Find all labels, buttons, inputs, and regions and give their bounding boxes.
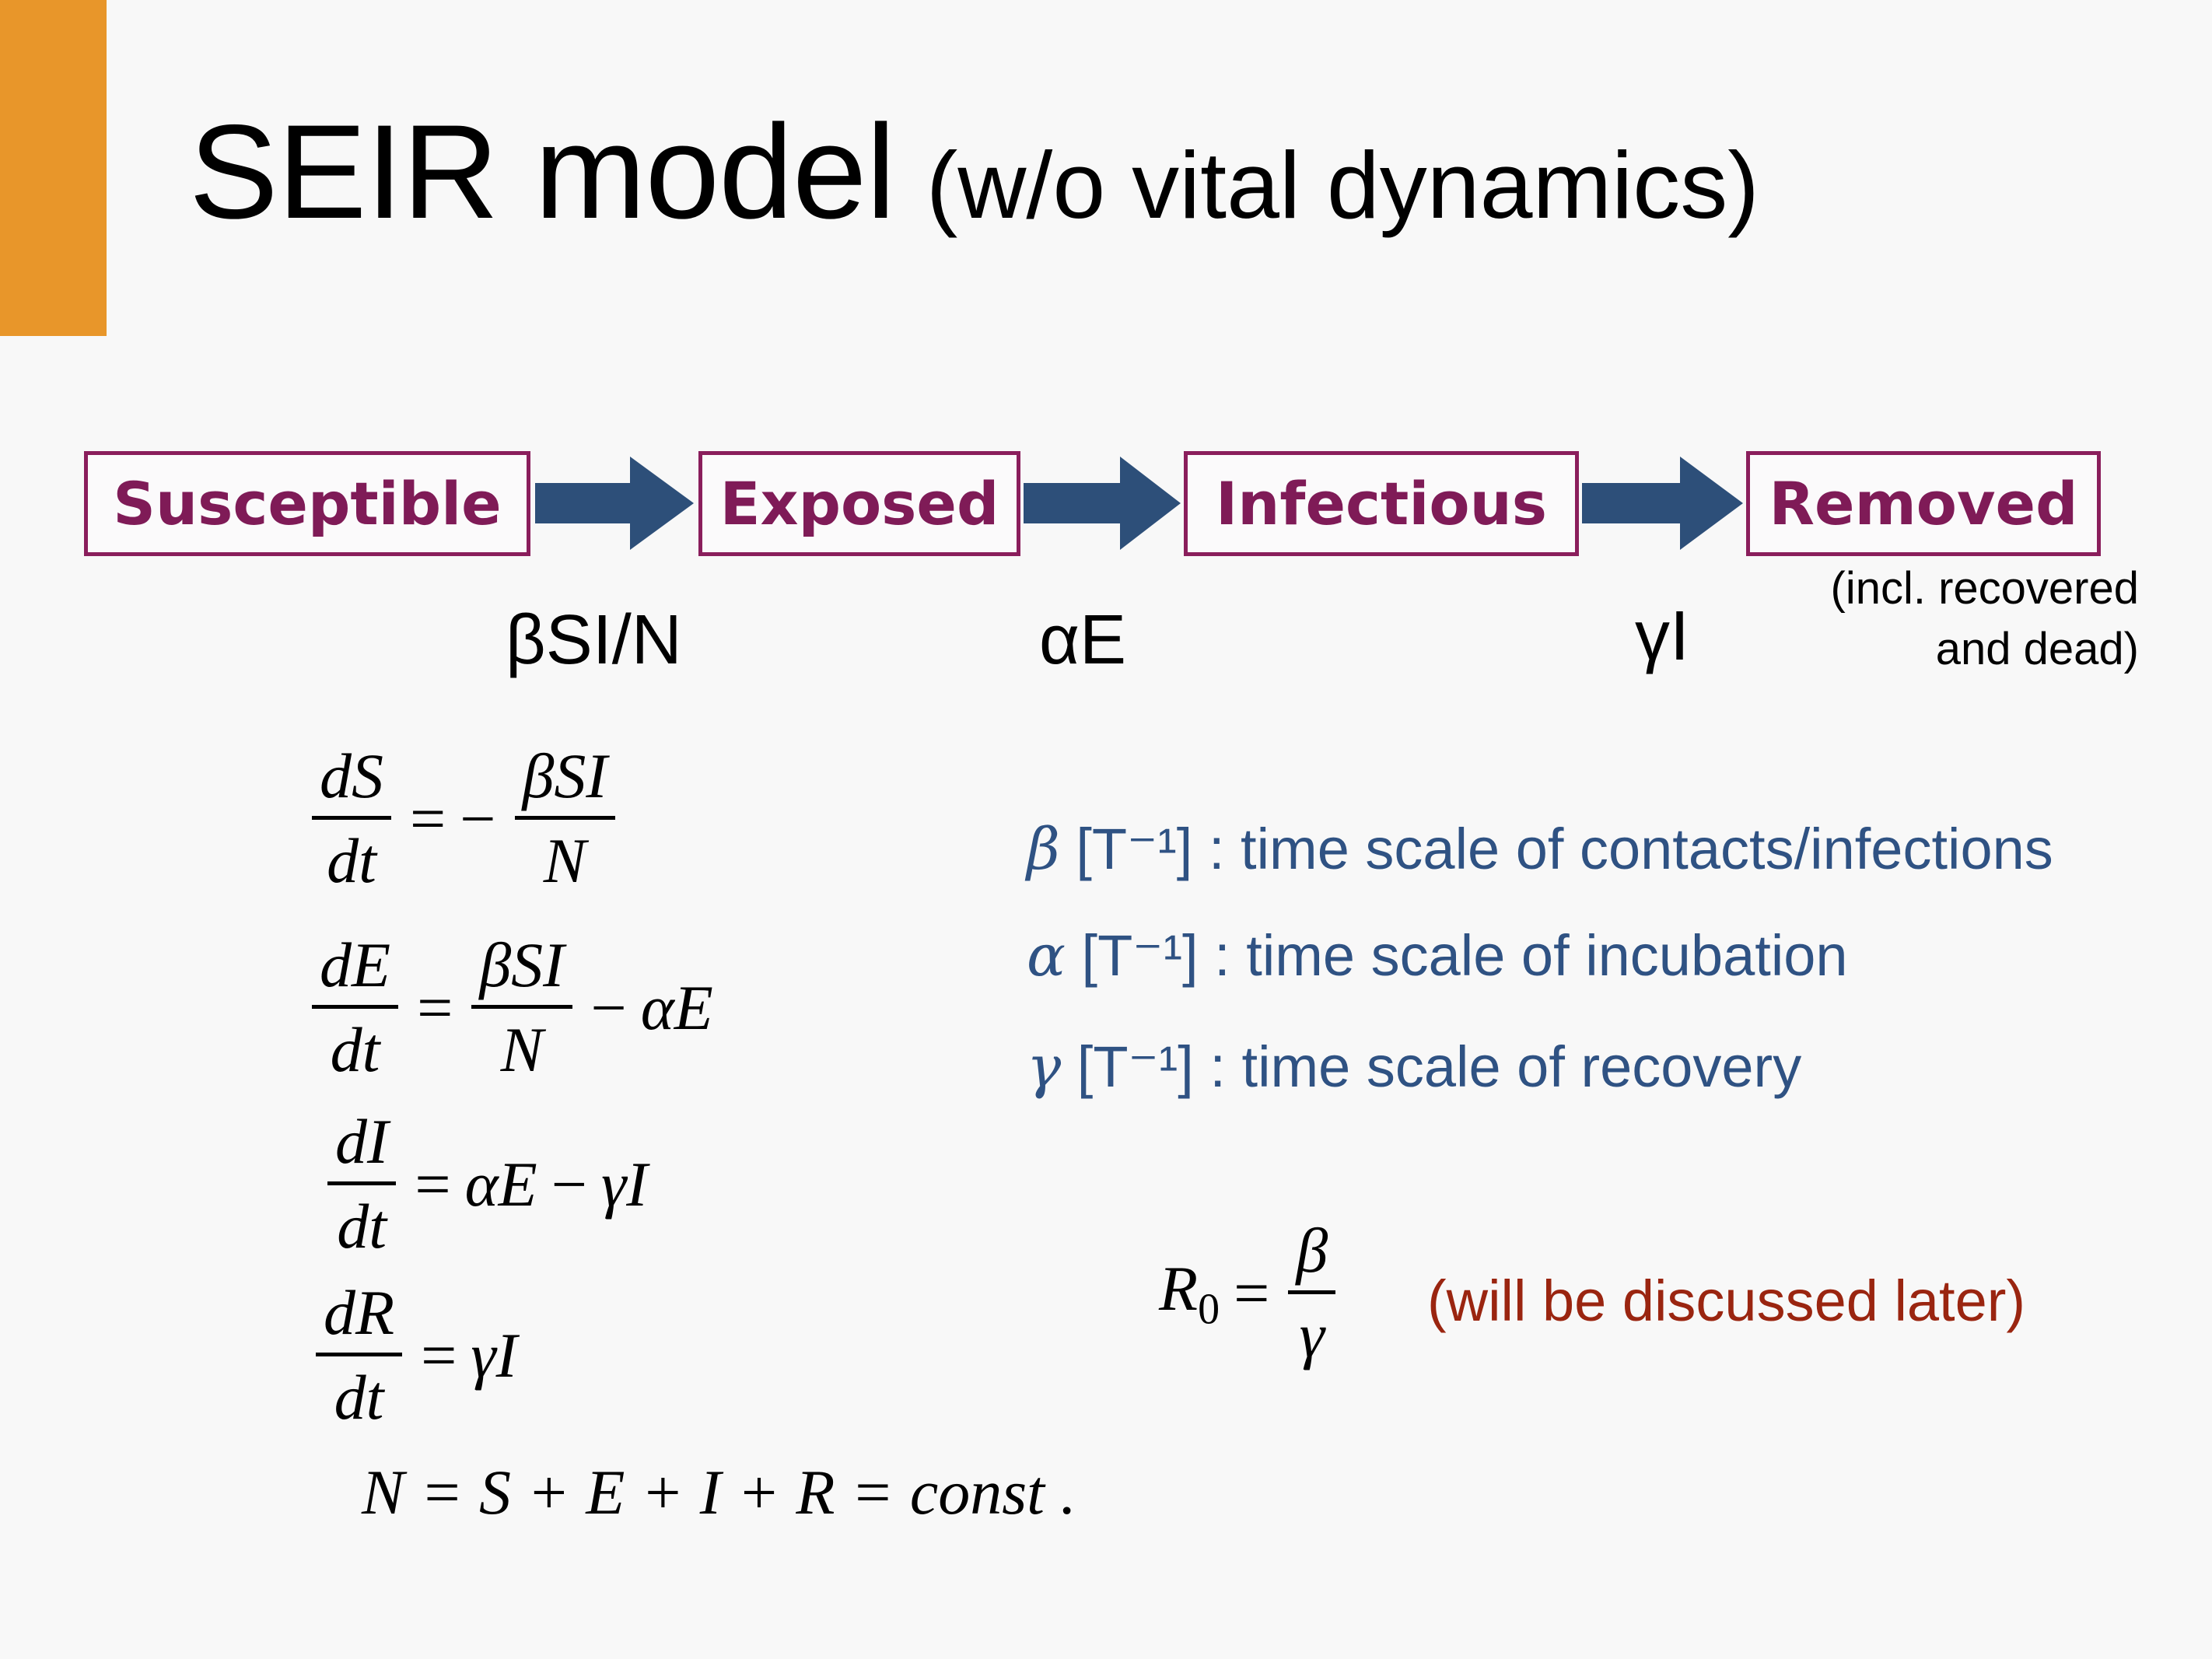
frac-dr-dt: dR dt bbox=[316, 1279, 403, 1433]
equation-n-const: N = S + E + I + R = const . bbox=[362, 1457, 1076, 1528]
removed-note-line-1: (incl. recovered bbox=[1830, 563, 2139, 614]
equation-di: dI dt = αE − γI bbox=[323, 1108, 648, 1260]
legend-gamma-desc: : time scale of recovery bbox=[1209, 1034, 1802, 1099]
equation-r0: R0 = β γ bbox=[1159, 1216, 1340, 1371]
beta-si-numerator: βSI bbox=[471, 931, 572, 1010]
rate-gamma-i: γI bbox=[1635, 597, 1690, 675]
legend-gamma-symbol: γ bbox=[1027, 1034, 1062, 1101]
eq-sign: = bbox=[417, 971, 453, 1043]
de-numerator: dE bbox=[312, 931, 399, 1010]
alpha-e-term: αE bbox=[464, 1148, 537, 1220]
n-denominator: N bbox=[543, 825, 586, 897]
eq-sign: = bbox=[1234, 1257, 1270, 1328]
frac-beta-si-n: βSI N bbox=[514, 742, 615, 897]
legend-gamma-unit: [T⁻¹] bbox=[1076, 1034, 1194, 1099]
frac-di-dt: dI dt bbox=[327, 1108, 397, 1262]
gamma-i-term: γI bbox=[600, 1148, 648, 1220]
discussed-later-note: (will be discussed later) bbox=[1427, 1269, 2026, 1333]
r0-symbol: R0 bbox=[1159, 1252, 1220, 1334]
minus-sign: − bbox=[590, 971, 627, 1043]
minus-sign: − bbox=[460, 782, 496, 854]
gamma-denominator: γ bbox=[1299, 1300, 1325, 1371]
frac-beta-gamma: β γ bbox=[1288, 1216, 1336, 1371]
frac-de-dt: dE dt bbox=[312, 931, 399, 1086]
eq-sign: = bbox=[421, 1319, 457, 1391]
di-denominator: dt bbox=[337, 1191, 387, 1262]
box-exposed: Exposed bbox=[698, 451, 1020, 556]
eq-sign: = bbox=[410, 782, 446, 854]
arrow-i-to-r-icon bbox=[1582, 457, 1743, 550]
legend-alpha-unit: [T⁻¹] bbox=[1081, 923, 1199, 988]
legend-beta-unit: [T⁻¹] bbox=[1076, 817, 1193, 881]
box-removed-label: Removed bbox=[1769, 469, 2078, 538]
beta-si-numerator: βSI bbox=[514, 742, 615, 821]
rate-alpha-e: αE bbox=[1039, 601, 1127, 679]
title-subtitle: (w/o vital dynamics) bbox=[926, 132, 1759, 238]
minus-sign: − bbox=[551, 1148, 587, 1220]
rate-beta-si-n: βSI/N bbox=[506, 601, 682, 679]
legend-alpha-symbol: α bbox=[1027, 922, 1066, 989]
dr-denominator: dt bbox=[334, 1362, 384, 1433]
equation-ds: dS dt = − βSI N bbox=[307, 742, 620, 897]
di-numerator: dI bbox=[327, 1108, 397, 1186]
box-infectious: Infectious bbox=[1184, 451, 1579, 556]
box-susceptible: Susceptible bbox=[84, 451, 530, 556]
arrow-s-to-e-icon bbox=[535, 457, 694, 550]
legend-beta-desc: : time scale of contacts/infections bbox=[1208, 817, 2053, 881]
box-exposed-label: Exposed bbox=[719, 469, 999, 538]
box-removed: Removed bbox=[1746, 451, 2101, 556]
slide-title: SEIR model (w/o vital dynamics) bbox=[189, 105, 1759, 239]
equation-de: dE dt = βSI N − αE bbox=[307, 931, 713, 1086]
box-susceptible-label: Susceptible bbox=[113, 469, 502, 538]
removed-note-line-2: and dead) bbox=[1935, 624, 2139, 674]
eq-sign: = bbox=[415, 1148, 451, 1220]
removed-note: (incl. recovered and dead) bbox=[1812, 558, 2139, 680]
ds-numerator: dS bbox=[312, 742, 391, 821]
frac-ds-dt: dS dt bbox=[312, 742, 391, 897]
accent-bar bbox=[0, 0, 107, 336]
equation-dr: dR dt = γI bbox=[311, 1279, 517, 1431]
legend-alpha-desc: : time scale of incubation bbox=[1214, 923, 1848, 988]
legend-beta: β [T⁻¹] : time scale of contacts/infecti… bbox=[1027, 821, 2053, 879]
gamma-i-term: γI bbox=[471, 1319, 517, 1391]
box-infectious-label: Infectious bbox=[1216, 469, 1547, 538]
n-denominator: N bbox=[500, 1014, 544, 1086]
legend-gamma: γ [T⁻¹] : time scale of recovery bbox=[1027, 1038, 1801, 1097]
legend-beta-symbol: β bbox=[1027, 816, 1060, 883]
ds-denominator: dt bbox=[327, 825, 376, 897]
arrow-e-to-i-icon bbox=[1024, 457, 1181, 550]
dr-numerator: dR bbox=[316, 1279, 403, 1357]
alpha-e-term: αE bbox=[640, 971, 713, 1043]
de-denominator: dt bbox=[330, 1014, 380, 1086]
frac-beta-si-n: βSI N bbox=[471, 931, 572, 1086]
title-main: SEIR model bbox=[189, 97, 896, 247]
legend-alpha: α [T⁻¹] : time scale of incubation bbox=[1027, 927, 1848, 985]
beta-numerator: β bbox=[1288, 1216, 1336, 1295]
